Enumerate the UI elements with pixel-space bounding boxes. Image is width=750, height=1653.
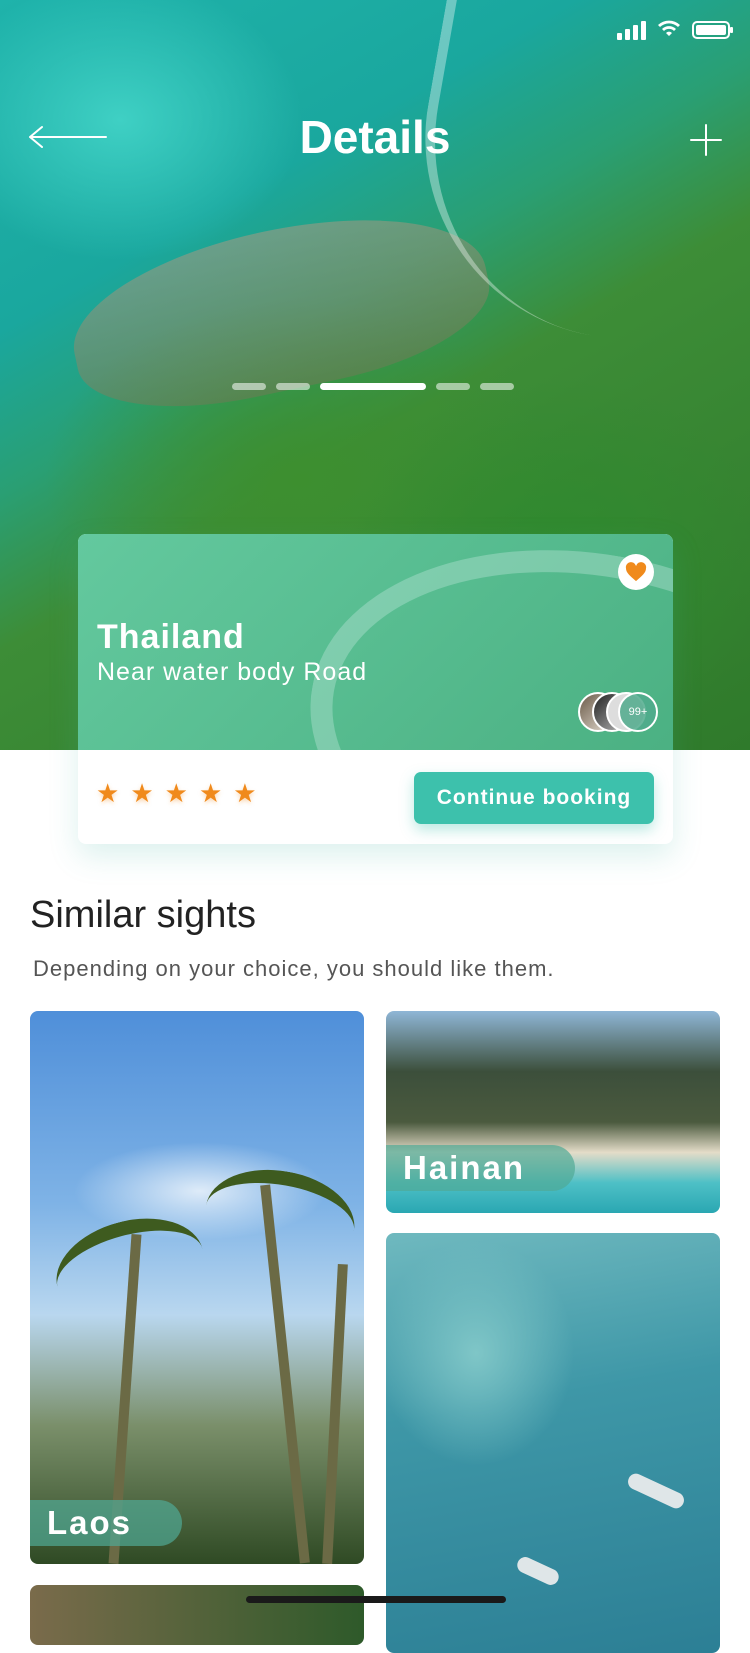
boat-shape (625, 1471, 687, 1511)
star-icon: ★ (198, 778, 223, 808)
palm-frond (197, 1158, 363, 1278)
featured-subtitle: Near water body Road (97, 658, 368, 686)
star-icon: ★ (130, 778, 154, 808)
continue-booking-button[interactable]: Continue booking (414, 772, 654, 824)
featured-card[interactable]: Thailand Near water body Road 99+ ★ ★ ★ … (78, 534, 673, 844)
battery-icon (692, 20, 733, 39)
featured-title: Thailand (97, 618, 245, 656)
sight-card-sea[interactable] (386, 1233, 720, 1653)
home-indicator[interactable] (246, 1596, 506, 1603)
status-bar (617, 18, 733, 41)
pager-dot-active[interactable] (320, 383, 426, 390)
heart-icon (625, 562, 647, 582)
pager-dot[interactable] (436, 383, 470, 390)
section-title: Similar sights (30, 894, 256, 936)
boat-shape (514, 1554, 562, 1588)
sight-label: Laos (30, 1500, 183, 1546)
palm-trunk (322, 1263, 348, 1564)
star-icon: ★ (233, 778, 257, 808)
sight-card-more[interactable] (30, 1585, 364, 1645)
hero-rock-area (57, 188, 503, 432)
pager-dot[interactable] (276, 383, 310, 390)
visitors-count-badge: 99+ (618, 692, 658, 732)
wifi-icon (656, 18, 682, 41)
palm-frond (45, 1203, 215, 1333)
pager-dot[interactable] (480, 383, 514, 390)
pager-dot[interactable] (232, 383, 266, 390)
page-title: Details (299, 111, 451, 163)
plus-icon (690, 124, 722, 156)
section-subtitle: Depending on your choice, you should lik… (33, 956, 555, 981)
visitors-avatars[interactable]: 99+ (578, 692, 658, 732)
rating-stars: ★ ★ ★ ★ ★ (96, 780, 257, 806)
add-button[interactable] (690, 124, 722, 156)
sight-label: Hainan (386, 1145, 576, 1191)
sight-card-hainan[interactable]: Hainan (386, 1011, 720, 1213)
sight-card-laos[interactable]: Laos (30, 1011, 364, 1564)
favorite-button[interactable] (618, 554, 654, 590)
signal-icon (617, 20, 646, 40)
star-icon: ★ (96, 778, 120, 808)
carousel-pager (232, 383, 514, 390)
star-icon: ★ (164, 778, 188, 808)
